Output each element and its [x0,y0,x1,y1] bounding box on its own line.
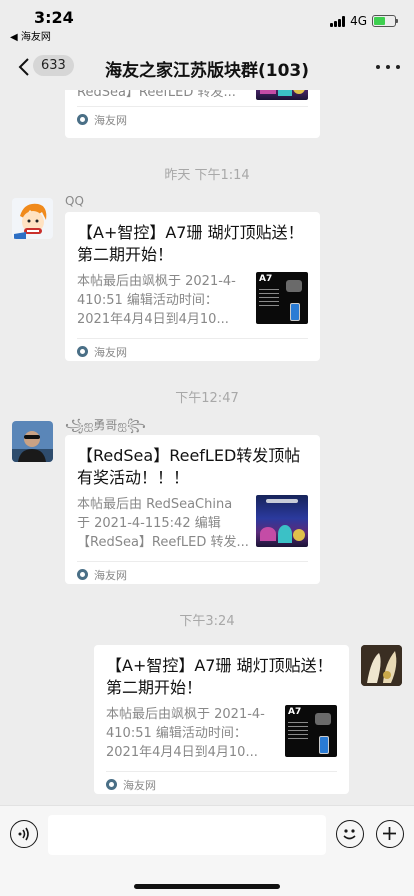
more-options-icon[interactable] [376,58,400,76]
message-input[interactable] [48,815,326,855]
link-card[interactable]: 【RedSea】ReefLED转发顶帖有奖活动！！！ 本帖最后由 RedSeaC… [65,435,320,584]
status-indicators: 4G [330,14,398,28]
card-title: 【A+智控】A7珊 瑚灯顶贴送！第二期开始！ [77,223,304,264]
card-source-label: 海友网 [94,568,127,582]
sender-name: QQ [65,194,84,208]
avatar[interactable] [12,421,53,462]
card-thumbnail [256,90,308,100]
add-more-icon[interactable] [376,820,404,848]
time-divider: 昨天 下午1:14 [164,168,250,183]
network-type: 4G [350,14,367,28]
avatar[interactable] [361,645,402,686]
card-source: 海友网 [77,561,308,587]
card-source-label: 海友网 [123,778,156,792]
card-source: 海友网 [77,106,308,132]
source-icon [77,569,88,580]
thumbnail-label: A7 [259,274,273,284]
source-icon [77,346,88,357]
chat-messages[interactable]: RedSea】ReefLED 转发... 海友网 昨天 下午1:14 QQ 【A… [0,90,414,805]
time-divider: 下午12:47 [175,391,239,406]
card-thumbnail: A7 [256,272,308,324]
chat-header: 633 海友之家江苏版块群(103) [0,44,414,90]
home-indicator[interactable] [134,884,280,889]
card-description: 本帖最后由飒枫于 2021-4-410:51 编辑活动时间：2021年4月4日到… [77,274,236,327]
thumbnail-label: A7 [288,707,302,717]
battery-icon [372,15,398,27]
chat-title: 海友之家江苏版块群(103) [104,61,310,81]
link-card[interactable]: 【A+智控】A7珊 瑚灯顶贴送！第二期开始！ 本帖最后由飒枫于 2021-4-4… [94,645,349,794]
input-bar [0,805,414,896]
card-source-label: 海友网 [94,345,127,359]
link-card[interactable]: RedSea】ReefLED 转发... 海友网 [65,90,320,138]
card-description: 本帖最后由 RedSeaChina 于 2021-4-115:42 编辑【Red… [77,497,249,550]
source-icon [77,114,88,125]
voice-input-icon[interactable] [10,820,38,848]
card-source: 海友网 [77,338,308,364]
emoji-icon[interactable] [336,820,364,848]
card-source-label: 海友网 [94,113,127,127]
status-back-to-app[interactable]: ◀ 海友网 [10,28,51,43]
status-bar: 3:24 ◀ 海友网 4G [0,0,414,44]
card-title: 【RedSea】ReefLED转发顶帖有奖活动！！！ [77,446,301,487]
avatar[interactable] [12,198,53,239]
source-icon [106,779,117,790]
card-thumbnail: A7 [285,705,337,757]
card-description: 本帖最后由飒枫于 2021-4-410:51 编辑活动时间：2021年4月4日到… [106,707,265,760]
signal-icon [330,15,346,27]
card-source: 海友网 [106,771,337,797]
link-card[interactable]: 【A+智控】A7珊 瑚灯顶贴送！第二期开始！ 本帖最后由飒枫于 2021-4-4… [65,212,320,361]
time-divider: 下午3:24 [179,614,235,629]
card-thumbnail [256,495,308,547]
status-time: 3:24 [34,8,74,27]
card-title: 【A+智控】A7珊 瑚灯顶贴送！第二期开始！ [106,656,333,697]
